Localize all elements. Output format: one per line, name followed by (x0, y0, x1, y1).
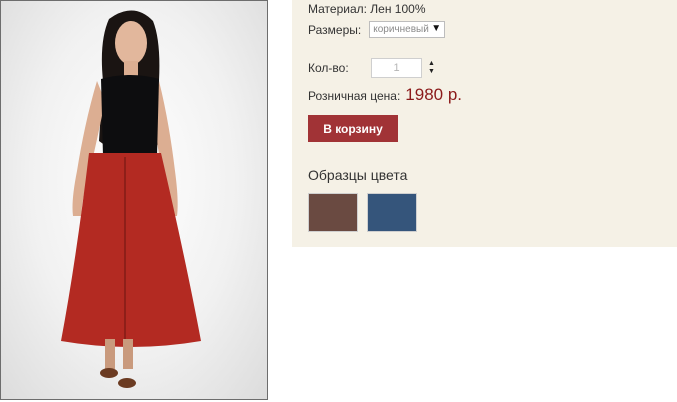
price-value: 1980 р. (405, 85, 463, 104)
stepper-up-icon[interactable]: ▲ (428, 60, 435, 68)
size-select-value: коричневый (373, 24, 429, 35)
price-row: Розничная цена: 1980 р. (308, 85, 462, 105)
quantity-label: Кол-во: (308, 61, 349, 75)
quantity-input[interactable]: 1 (371, 58, 422, 78)
color-swatch-blue[interactable] (367, 193, 417, 232)
price-label: Розничная цена: (308, 89, 401, 103)
product-info-panel: Материал: Лен 100% Размеры: коричневый ▼… (292, 0, 677, 247)
material-text: Материал: Лен 100% (308, 2, 426, 16)
stepper-down-icon[interactable]: ▼ (428, 68, 435, 76)
quantity-stepper[interactable]: ▲ ▼ (428, 60, 435, 76)
chevron-down-icon: ▼ (431, 23, 442, 34)
add-to-cart-button[interactable]: В корзину (308, 115, 398, 142)
sizes-row: Размеры: коричневый ▼ (308, 21, 446, 38)
size-select[interactable]: коричневый ▼ (369, 21, 446, 38)
quantity-row: Кол-во: 1 ▲ ▼ (308, 58, 435, 78)
sizes-label: Размеры: (308, 22, 362, 37)
color-swatches-title: Образцы цвета (308, 167, 408, 183)
color-swatch-brown[interactable] (308, 193, 358, 232)
product-photo (0, 0, 268, 400)
